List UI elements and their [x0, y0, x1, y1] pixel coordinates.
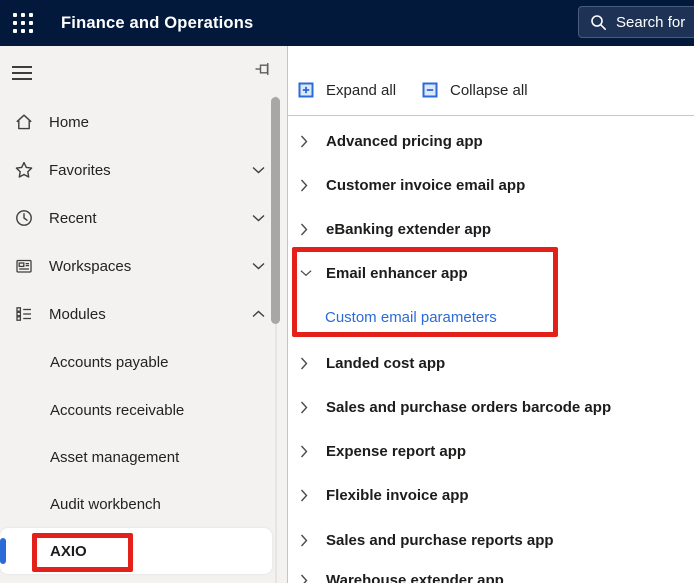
chevron-right-icon: [300, 574, 312, 583]
sidebar-item-recent[interactable]: Recent: [0, 194, 287, 242]
sidebar-item-label: Home: [49, 113, 90, 131]
sidebar-item-label: Recent: [49, 209, 97, 227]
search-icon: [590, 14, 607, 31]
sidebar-item-favorites[interactable]: Favorites: [0, 146, 287, 194]
app-row-label: Advanced pricing app: [326, 132, 483, 150]
app-row-label: Warehouse extender app: [326, 571, 504, 583]
sidebar-item-modules[interactable]: Modules: [0, 290, 287, 338]
selection-accent-bar: [0, 538, 6, 564]
chevron-up-icon: [252, 310, 265, 318]
chevron-right-icon: [300, 223, 312, 236]
app-row-ebanking-extender[interactable]: eBanking extender app: [288, 216, 694, 242]
expand-all-icon: [298, 82, 314, 98]
sidebar-module-audit-workbench[interactable]: Audit workbench: [0, 480, 287, 528]
menu-link-label: Custom email parameters: [325, 308, 497, 326]
top-header-bar: Finance and Operations Search for: [0, 0, 694, 46]
module-item-label: Asset management: [50, 448, 180, 466]
sidebar-module-axio[interactable]: AXIO: [0, 528, 272, 574]
modules-icon: [13, 303, 35, 325]
sidebar-module-asset-management[interactable]: Asset management: [0, 433, 287, 481]
sidebar-module-accounts-payable[interactable]: Accounts payable: [0, 338, 287, 386]
collapse-all-button[interactable]: Collapse all: [422, 76, 528, 104]
chevron-down-icon: [300, 269, 312, 277]
pin-icon[interactable]: [254, 60, 272, 78]
app-row-sales-purchase-reports[interactable]: Sales and purchase reports app: [288, 527, 694, 553]
sidebar-item-label: Workspaces: [49, 257, 132, 275]
expand-all-label: Expand all: [326, 81, 397, 99]
chevron-down-icon: [252, 262, 265, 270]
chevron-right-icon: [300, 179, 312, 192]
module-item-label: Audit workbench: [50, 495, 161, 513]
module-item-label: Accounts receivable: [50, 401, 185, 419]
modules-content-panel: Expand all Collapse all Advanced pricing…: [288, 46, 694, 583]
sidebar-item-label: Favorites: [49, 161, 111, 179]
app-row-warehouse-extender[interactable]: Warehouse extender app: [288, 567, 694, 583]
clock-icon: [13, 207, 35, 229]
collapse-all-label: Collapse all: [450, 81, 528, 99]
app-row-label: Expense report app: [326, 442, 467, 460]
sidebar-item-workspaces[interactable]: Workspaces: [0, 242, 287, 290]
app-row-customer-invoice-email[interactable]: Customer invoice email app: [288, 172, 694, 198]
home-icon: [13, 111, 35, 133]
sidebar-item-label: Modules: [49, 305, 106, 323]
expand-all-button[interactable]: Expand all: [298, 76, 396, 104]
app-row-sales-purchase-orders-barcode[interactable]: Sales and purchase orders barcode app: [288, 394, 694, 420]
search-input[interactable]: Search for: [578, 6, 694, 38]
app-title: Finance and Operations: [61, 13, 254, 32]
chevron-down-icon: [252, 214, 265, 222]
app-launcher-waffle-icon[interactable]: [13, 13, 33, 33]
navigation-sidebar: Home Favorites Recent Workspaces Modules…: [0, 46, 288, 583]
collapse-all-icon: [422, 82, 438, 98]
chevron-down-icon: [252, 166, 265, 174]
app-row-label: Email enhancer app: [326, 264, 468, 282]
chevron-right-icon: [300, 534, 312, 547]
app-row-flexible-invoice[interactable]: Flexible invoice app: [288, 482, 694, 508]
sidebar-item-home[interactable]: Home: [0, 98, 287, 146]
app-row-label: Sales and purchase orders barcode app: [326, 398, 612, 416]
app-row-label: Landed cost app: [326, 354, 446, 372]
chevron-right-icon: [300, 357, 312, 370]
search-placeholder-text: Search for: [616, 13, 686, 31]
sidebar-module-accounts-receivable[interactable]: Accounts receivable: [0, 386, 287, 434]
app-row-expense-report[interactable]: Expense report app: [288, 438, 694, 464]
sidebar-scrollbar-thumb[interactable]: [271, 97, 280, 324]
link-custom-email-parameters[interactable]: Custom email parameters: [325, 304, 497, 330]
module-item-label: AXIO: [50, 542, 87, 560]
app-row-label: Sales and purchase reports app: [326, 531, 554, 549]
app-row-label: Customer invoice email app: [326, 176, 526, 194]
chevron-right-icon: [300, 445, 312, 458]
hamburger-menu-icon[interactable]: [12, 66, 32, 84]
app-row-advanced-pricing[interactable]: Advanced pricing app: [288, 128, 694, 154]
app-row-landed-cost[interactable]: Landed cost app: [288, 350, 694, 376]
app-row-email-enhancer[interactable]: Email enhancer app: [288, 260, 694, 286]
chevron-right-icon: [300, 401, 312, 414]
toolbar-divider: [288, 115, 694, 116]
module-item-label: Accounts payable: [50, 353, 169, 371]
app-row-label: Flexible invoice app: [326, 486, 469, 504]
app-window: Finance and Operations Search for Home F…: [0, 0, 694, 583]
chevron-right-icon: [300, 489, 312, 502]
star-icon: [13, 159, 35, 181]
chevron-right-icon: [300, 135, 312, 148]
app-row-label: eBanking extender app: [326, 220, 492, 238]
workspaces-icon: [13, 255, 35, 277]
